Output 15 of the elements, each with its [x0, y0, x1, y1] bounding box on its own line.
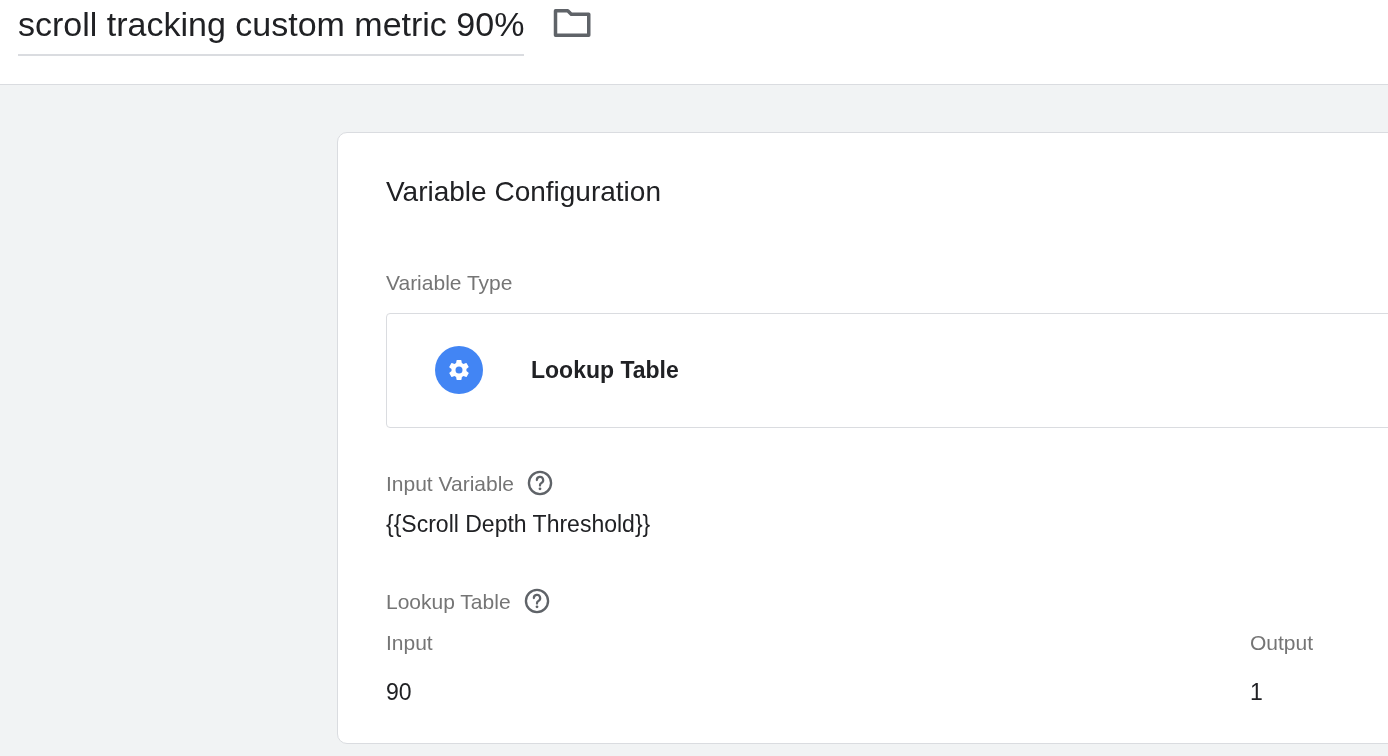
help-icon[interactable] [522, 587, 551, 616]
field-value: {{Scroll Depth Threshold}} [386, 510, 652, 539]
field-label: Variable Type [386, 270, 514, 296]
field-label: Lookup Table [386, 588, 511, 615]
table-cell-text: 90 [386, 677, 413, 707]
help-icon[interactable] [526, 469, 555, 498]
title-field[interactable]: scroll tracking custom metric 90% [18, 2, 525, 56]
card-title: Variable Configuration [386, 175, 662, 209]
table-cell-text: 1 [1250, 677, 1264, 707]
column-header: Input [386, 630, 434, 656]
variable-type-box[interactable]: Lookup Table [386, 312, 1388, 428]
field-label: Input Variable [386, 470, 515, 497]
gear-icon [435, 346, 483, 394]
variable-type-name: Lookup Table [531, 355, 679, 385]
column-header: Output [1250, 630, 1315, 656]
